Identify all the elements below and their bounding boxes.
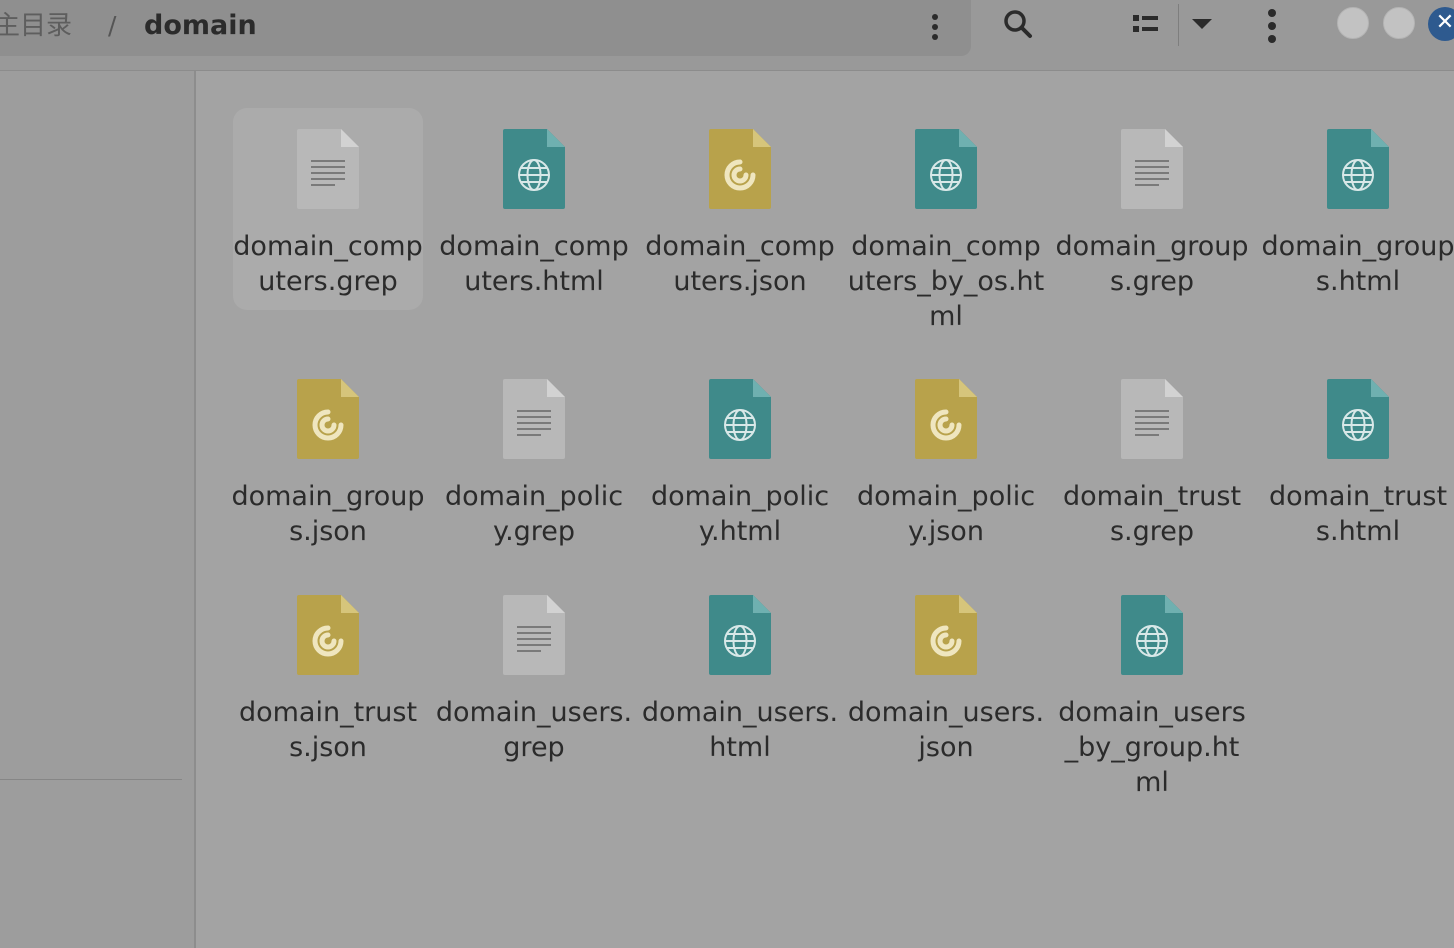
close-icon[interactable]: ✕ <box>1428 7 1454 41</box>
file-item[interactable]: domain_users.json <box>848 574 1044 804</box>
list-view-icon[interactable] <box>1130 12 1162 38</box>
text-file-icon <box>1119 127 1185 211</box>
text-file-icon <box>295 127 361 211</box>
file-item[interactable]: domain_computers.json <box>645 108 835 338</box>
path-more-icon[interactable] <box>931 14 939 40</box>
file-item[interactable]: domain_users.grep <box>436 574 632 804</box>
html-file-icon <box>1325 127 1391 211</box>
file-name: domain_groups.grep <box>1055 231 1249 297</box>
file-name: domain_groups.json <box>231 481 425 547</box>
file-name: domain_trusts.html <box>1268 481 1448 547</box>
file-item[interactable]: domain_groups.grep <box>1055 108 1249 338</box>
html-file-icon <box>913 127 979 211</box>
html-file-icon <box>707 593 773 677</box>
file-name: domain_trusts.grep <box>1062 481 1242 547</box>
html-file-icon <box>1119 593 1185 677</box>
file-grid: domain_computers.grep domain_computers.ht… <box>196 71 1454 948</box>
path-bar: 主目录 / domain <box>0 0 971 56</box>
breadcrumb-home[interactable]: 主目录 <box>0 4 72 48</box>
html-file-icon <box>1325 377 1391 461</box>
file-name: domain_computers.html <box>439 231 629 297</box>
file-item[interactable]: domain_trusts.grep <box>1057 358 1247 588</box>
menu-icon[interactable] <box>1268 9 1276 43</box>
sidebar <box>0 71 196 948</box>
file-item[interactable]: domain_policy.json <box>851 358 1041 588</box>
file-name: domain_trusts.json <box>238 697 418 763</box>
file-item[interactable]: domain_policy.html <box>645 358 835 588</box>
file-name: domain_policy.json <box>856 481 1036 547</box>
file-item[interactable]: domain_groups.json <box>231 358 425 588</box>
text-file-icon <box>501 593 567 677</box>
view-separator <box>1178 4 1179 46</box>
file-name: domain_groups.html <box>1261 231 1454 297</box>
text-file-icon <box>1119 377 1185 461</box>
header-bar: 主目录 / domain ✕ <box>0 0 1454 71</box>
text-file-icon <box>501 377 567 461</box>
file-item[interactable]: domain_trusts.html <box>1263 358 1453 588</box>
file-item[interactable]: domain_users.html <box>642 574 838 804</box>
file-item[interactable]: domain_computers.grep <box>233 108 423 310</box>
file-item[interactable]: domain_computers.html <box>439 108 629 338</box>
file-name: domain_computers.json <box>645 231 835 297</box>
json-file-icon <box>913 593 979 677</box>
file-name: domain_users.grep <box>435 697 633 763</box>
breadcrumb-current[interactable]: domain <box>144 4 257 48</box>
file-item[interactable]: domain_trusts.json <box>233 574 423 804</box>
file-item[interactable]: domain_groups.html <box>1261 108 1454 338</box>
html-file-icon <box>707 377 773 461</box>
file-name: domain_users_by_group.html <box>1058 697 1246 798</box>
json-file-icon <box>913 377 979 461</box>
breadcrumb-separator: / <box>108 11 117 40</box>
search-icon[interactable] <box>1000 6 1036 42</box>
json-file-icon <box>295 593 361 677</box>
file-name: domain_policy.grep <box>444 481 624 547</box>
file-item[interactable]: domain_users_by_group.html <box>1057 574 1247 804</box>
html-file-icon <box>501 127 567 211</box>
sidebar-divider <box>0 779 182 780</box>
file-name: domain_computers.grep <box>233 231 423 297</box>
dropdown-icon[interactable] <box>1188 14 1216 34</box>
file-item[interactable]: domain_policy.grep <box>439 358 629 588</box>
json-file-icon <box>707 127 773 211</box>
file-name: domain_users.json <box>847 697 1045 763</box>
json-file-icon <box>295 377 361 461</box>
file-name: domain_policy.html <box>650 481 830 547</box>
file-name: domain_users.html <box>641 697 839 763</box>
minimize-icon[interactable] <box>1337 7 1369 39</box>
file-name: domain_computers_by_os.html <box>847 231 1045 332</box>
maximize-icon[interactable] <box>1383 7 1415 39</box>
file-item[interactable]: domain_computers_by_os.html <box>848 108 1044 338</box>
